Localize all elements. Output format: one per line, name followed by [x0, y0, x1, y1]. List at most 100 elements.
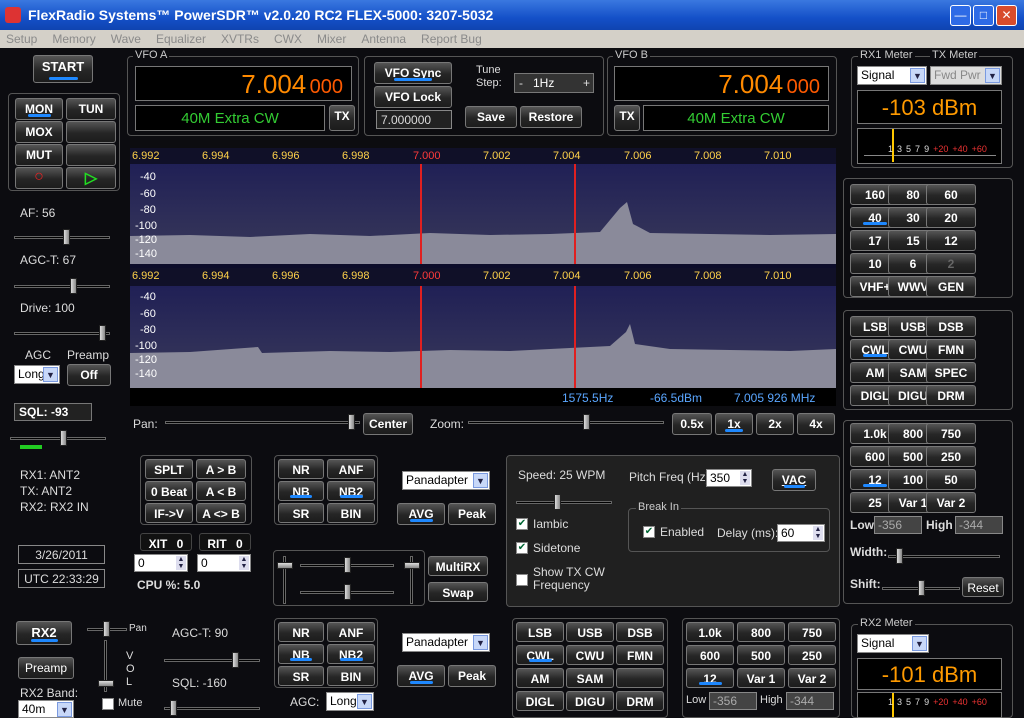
xit-input[interactable]: 0 ▲ ▼ — [134, 554, 188, 572]
tx-meter-mode-select[interactable]: Fwd Pwr ▼ — [930, 66, 1002, 85]
panadapter-display[interactable]: 6.992 6.994 6.996 6.998 7.000 7.002 7.00… — [130, 148, 836, 406]
menu-equalizer[interactable]: Equalizer — [156, 32, 206, 48]
rx2-display-mode-select[interactable]: Panadapter ▼ — [402, 633, 490, 652]
shift-reset-button[interactable]: Reset — [962, 577, 1004, 597]
vfo-b-frequency[interactable]: 7.004 000 — [614, 66, 829, 101]
center-button[interactable]: Center — [363, 413, 413, 435]
rx2-nr-button[interactable]: NR — [278, 622, 324, 642]
multirx-pan-slider-1[interactable] — [300, 557, 394, 573]
filter-high-input[interactable]: -344 — [955, 516, 1003, 534]
rx2-mode-fmn-button[interactable]: FMN — [616, 645, 664, 665]
sql-slider[interactable] — [10, 430, 106, 446]
rx2-pan-slider[interactable] — [87, 621, 127, 637]
rx2-filter-500-button[interactable]: 500 — [737, 645, 785, 665]
rx2-button[interactable]: RX2 — [16, 621, 72, 645]
filter-50-button[interactable]: 50 — [926, 469, 976, 490]
zoom-slider[interactable] — [468, 414, 664, 430]
filter-250-button[interactable]: 250 — [926, 446, 976, 467]
pitch-input[interactable]: 350 ▲ ▼ — [706, 469, 752, 487]
menu-xvtrs[interactable]: XVTRs — [221, 32, 259, 48]
vfo-lock-button[interactable]: VFO Lock — [374, 86, 452, 108]
mode-fmn-button[interactable]: FMN — [926, 339, 976, 360]
rx2-filter-low-input[interactable]: -356 — [709, 692, 757, 710]
zoom-0.5x-button[interactable]: 0.5x — [672, 413, 712, 435]
mode-spec-button[interactable]: SPEC — [926, 362, 976, 383]
rx2-filter-600-button[interactable]: 600 — [686, 645, 734, 665]
bin-button[interactable]: BIN — [327, 503, 375, 523]
drive-slider[interactable] — [14, 325, 110, 341]
multirx-pan-slider-2[interactable] — [300, 584, 394, 600]
rx2-filter-250-button[interactable]: 250 — [788, 645, 836, 665]
band-20-button[interactable]: 20 — [926, 207, 976, 228]
nb2-button[interactable]: NB2 — [327, 481, 375, 501]
rx2-mode-sam-button[interactable]: SAM — [566, 668, 614, 688]
swap-button[interactable]: Swap — [428, 582, 488, 602]
display-mode-select[interactable]: Panadapter ▼ — [402, 471, 490, 490]
rx2-filter-var-2-button[interactable]: Var 2 — [788, 668, 836, 688]
nr-button[interactable]: NR — [278, 459, 324, 479]
rx2-nb2-button[interactable]: NB2 — [327, 644, 375, 664]
menu-antenna[interactable]: Antenna — [361, 32, 406, 48]
anf-button[interactable]: ANF — [327, 459, 375, 479]
rx2-mute-checkbox[interactable] — [102, 698, 114, 710]
rx2-mode-digl-button[interactable]: DIGL — [516, 691, 564, 711]
rx2-mode-blank-button[interactable] — [616, 668, 664, 688]
record-button[interactable]: ○ — [15, 167, 63, 189]
band-gen-button[interactable]: GEN — [926, 276, 976, 297]
rx2-mode-digu-button[interactable]: DIGU — [566, 691, 614, 711]
mode-dsb-button[interactable]: DSB — [926, 316, 976, 337]
if-to-v-button[interactable]: IF->V — [145, 503, 193, 523]
menu-memory[interactable]: Memory — [52, 32, 95, 48]
swap-ab-button[interactable]: A <> B — [196, 503, 246, 523]
vac-button[interactable]: VAC — [772, 469, 816, 491]
mode-drm-button[interactable]: DRM — [926, 385, 976, 406]
rx2-filter-12-button[interactable]: 12 — [686, 668, 734, 688]
preamp-button[interactable]: Off — [67, 364, 111, 386]
rx2-mode-dsb-button[interactable]: DSB — [616, 622, 664, 642]
rx2-agc-select[interactable]: Long ▼ — [326, 692, 374, 711]
avg-button[interactable]: AVG — [397, 503, 445, 525]
spin-icon[interactable]: ▲ ▼ — [239, 556, 249, 570]
shift-slider[interactable] — [882, 580, 960, 596]
filter-low-input[interactable]: -356 — [874, 516, 922, 534]
rx2-mode-lsb-button[interactable]: LSB — [516, 622, 564, 642]
rx2-mode-cwu-button[interactable]: CWU — [566, 645, 614, 665]
menu-mixer[interactable]: Mixer — [317, 32, 346, 48]
rx2-volume-slider[interactable] — [98, 640, 114, 692]
rx2-mode-cwl-button[interactable]: CWL — [516, 645, 564, 665]
vfo-sync-button[interactable]: VFO Sync — [374, 62, 452, 84]
iambic-checkbox[interactable]: ✔ — [516, 518, 528, 530]
b-to-a-button[interactable]: A < B — [196, 481, 246, 501]
nb-button[interactable]: NB — [278, 481, 324, 501]
rx2-filter-1-0k-button[interactable]: 1.0k — [686, 622, 734, 642]
sr-button[interactable]: SR — [278, 503, 324, 523]
width-slider[interactable] — [888, 548, 1000, 564]
split-button[interactable]: SPLT — [145, 459, 193, 479]
show-tx-cw-checkbox[interactable] — [516, 574, 528, 586]
rx2-filter-var-1-button[interactable]: Var 1 — [737, 668, 785, 688]
menu-report-bug[interactable]: Report Bug — [421, 32, 482, 48]
close-button[interactable]: ✕ — [996, 5, 1017, 26]
a-to-b-button[interactable]: A > B — [196, 459, 246, 479]
rx2-preamp-button[interactable]: Preamp — [18, 657, 74, 679]
menu-cwx[interactable]: CWX — [274, 32, 302, 48]
spin-icon[interactable]: ▲ ▼ — [813, 526, 823, 540]
blank-button-1[interactable] — [66, 121, 116, 143]
peak-button[interactable]: Peak — [448, 503, 496, 525]
frequency-input[interactable]: 7.000000 — [376, 110, 452, 129]
mon-button[interactable]: MON — [15, 98, 63, 120]
filter-750-button[interactable]: 750 — [926, 423, 976, 444]
start-button[interactable]: START — [33, 55, 93, 83]
rx2-nb-button[interactable]: NB — [278, 644, 324, 664]
break-in-enabled-checkbox[interactable]: ✔ — [643, 526, 655, 538]
rit-button[interactable]: RIT 0 — [199, 533, 251, 551]
agct-slider[interactable] — [14, 278, 110, 294]
minimize-button[interactable]: — — [950, 5, 971, 26]
filter-var-2-button[interactable]: Var 2 — [926, 492, 976, 513]
rit-input[interactable]: 0 ▲ ▼ — [197, 554, 251, 572]
rx2-anf-button[interactable]: ANF — [327, 622, 375, 642]
rx2-meter-mode-select[interactable]: Signal ▼ — [857, 634, 929, 653]
menu-setup[interactable]: Setup — [6, 32, 37, 48]
tune-step-minus[interactable]: - — [519, 76, 523, 90]
mox-button[interactable]: MOX — [15, 121, 63, 143]
